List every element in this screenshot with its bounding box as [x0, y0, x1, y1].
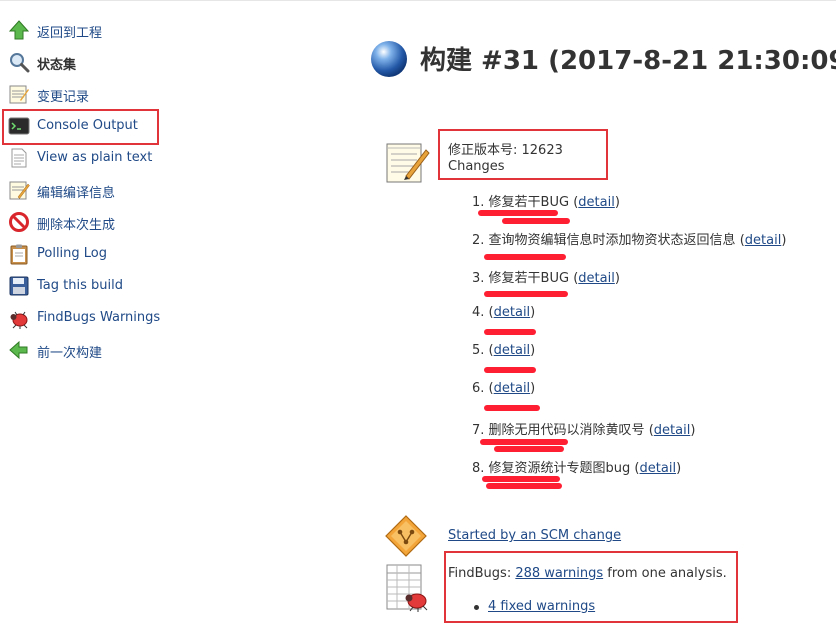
sidebar-item-back-to-project[interactable]: 返回到工程: [0, 14, 250, 46]
change-detail-link[interactable]: detail: [578, 195, 615, 210]
change-number: 7.: [472, 423, 485, 438]
findbugs-highlight: [444, 551, 738, 623]
change-detail-link[interactable]: detail: [494, 381, 531, 396]
change-message: 修复若干BUG: [488, 195, 570, 210]
redaction-mark: [482, 476, 560, 482]
sidebar-item-label: Polling Log: [37, 246, 108, 261]
sidebar-item-label: 变更记录: [37, 90, 90, 105]
magnifier-icon: [10, 53, 30, 73]
sidebar-item-label: 前一次构建: [37, 346, 103, 361]
change-number: 4.: [472, 305, 485, 320]
redaction-mark: [478, 210, 558, 216]
redaction-mark: [484, 405, 540, 411]
change-number: 3.: [472, 271, 485, 286]
notepad-edit-icon: [9, 181, 30, 200]
sidebar: 返回到工程 状态集 变更记录 Console Output View as pl…: [0, 14, 250, 366]
change-number: 6.: [472, 381, 485, 396]
findbugs-report-icon: [386, 564, 428, 612]
notepad-icon: [9, 85, 29, 104]
redaction-mark: [484, 291, 568, 297]
sidebar-item-findbugs-warnings[interactable]: FindBugs Warnings: [0, 302, 250, 334]
change-message: 修复资源统计专题图bug: [488, 461, 631, 476]
redaction-mark: [484, 367, 536, 373]
sidebar-item-label: Tag this build: [37, 278, 123, 293]
change-detail-link[interactable]: detail: [494, 305, 531, 320]
change-message: 查询物资编辑信息时添加物资状态返回信息: [488, 233, 736, 248]
change-detail-link[interactable]: detail: [745, 233, 782, 248]
redaction-mark: [502, 218, 570, 224]
sidebar-item-label: 编辑编译信息: [37, 186, 116, 201]
change-message: 删除无用代码以消除黄叹号: [488, 423, 645, 438]
sidebar-item-edit-build-info[interactable]: 编辑编译信息: [0, 174, 250, 206]
change-number: 5.: [472, 343, 485, 358]
revision-highlight: [438, 129, 608, 180]
change-message: 修复若干BUG: [488, 271, 570, 286]
clipboard-icon: [10, 244, 28, 265]
no-entry-icon: [9, 212, 29, 232]
sidebar-item-changes[interactable]: 变更记录: [0, 78, 250, 110]
console-output-highlight: [2, 109, 159, 145]
document-icon: [11, 148, 27, 168]
sidebar-item-label: View as plain text: [37, 150, 153, 165]
redaction-mark: [480, 439, 568, 445]
sidebar-item-status[interactable]: 状态集: [0, 46, 250, 78]
change-detail-link[interactable]: detail: [578, 271, 615, 286]
bug-icon: [10, 311, 28, 329]
sidebar-item-label: 删除本次生成: [37, 218, 116, 233]
sidebar-item-tag-build[interactable]: Tag this build: [0, 270, 250, 302]
changes-notepad-icon: [386, 143, 430, 183]
sidebar-item-plain-text[interactable]: View as plain text: [0, 142, 250, 174]
change-detail-link[interactable]: detail: [494, 343, 531, 358]
redaction-mark: [494, 446, 564, 452]
change-number: 8.: [472, 461, 485, 476]
up-arrow-icon: [8, 20, 30, 40]
redaction-mark: [484, 254, 566, 260]
change-detail-link[interactable]: detail: [640, 461, 677, 476]
sidebar-item-delete-build[interactable]: 删除本次生成: [0, 206, 250, 238]
sidebar-item-previous-build[interactable]: 前一次构建: [0, 334, 250, 366]
scm-change-link[interactable]: Started by an SCM change: [448, 528, 621, 543]
sidebar-item-label: FindBugs Warnings: [37, 310, 161, 325]
left-arrow-icon: [9, 340, 28, 360]
page-title: 构建 #31 (2017-8-21 21:30:09): [420, 46, 836, 76]
sidebar-item-label: 返回到工程: [37, 26, 103, 41]
change-detail-link[interactable]: detail: [654, 423, 691, 438]
sidebar-item-polling-log[interactable]: Polling Log: [0, 238, 250, 270]
scm-change-icon: [385, 515, 427, 557]
top-divider: [0, 0, 836, 1]
redaction-mark: [484, 329, 536, 335]
change-number: 1.: [472, 195, 485, 210]
sidebar-item-label: 状态集: [37, 58, 77, 73]
redaction-mark: [486, 483, 562, 489]
floppy-disk-icon: [9, 276, 29, 296]
change-number: 2.: [472, 233, 485, 248]
build-status-ball-icon: [371, 41, 407, 77]
